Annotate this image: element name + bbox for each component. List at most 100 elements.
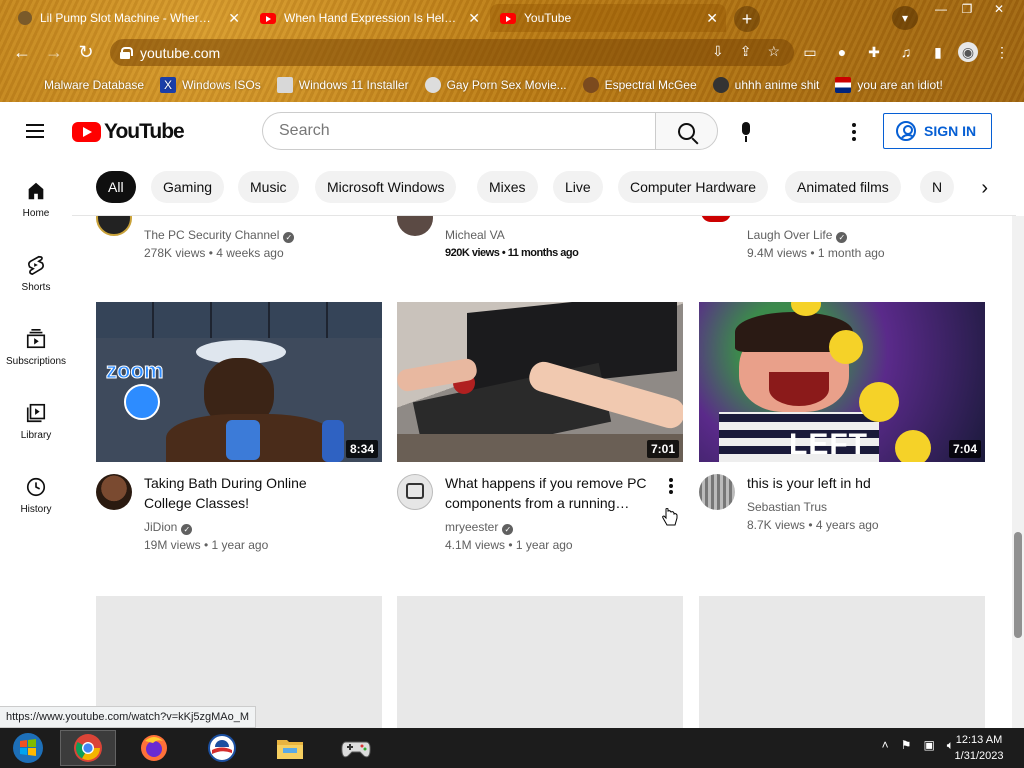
channel-name[interactable]: Laugh Over Life ✓ [747, 226, 848, 244]
sign-in-button[interactable]: SIGN IN [883, 113, 992, 149]
taskbar-obama-app[interactable] [194, 730, 250, 766]
chevron-right-icon[interactable]: › [952, 168, 1016, 208]
microphone-icon[interactable] [738, 122, 754, 142]
sidebar-label: Shorts [21, 282, 51, 293]
window-close-button[interactable]: ✕ [984, 0, 1014, 18]
channel-name[interactable]: The PC Security Channel ✓ [144, 226, 295, 244]
bookmark-item[interactable]: Windows 11 Installer [269, 77, 417, 93]
back-arrow-icon[interactable]: ← [10, 40, 34, 64]
taskbar-game-controller[interactable] [328, 730, 384, 766]
more-actions-icon[interactable] [669, 478, 673, 494]
video-card[interactable]: 7:01 What happens if you remove PC compo… [397, 302, 683, 562]
side-panel-icon[interactable]: ▮ [928, 42, 948, 62]
extensions-puzzle-icon[interactable]: ✚ [864, 42, 884, 62]
sidebar-item-subscriptions[interactable]: Subscriptions [0, 308, 72, 378]
reload-icon[interactable]: ↻ [74, 40, 98, 64]
channel-avatar[interactable] [96, 216, 132, 236]
forward-arrow-icon[interactable]: → [42, 40, 66, 64]
show-hidden-icons-chevron-icon[interactable]: ˄ [882, 738, 889, 753]
channel-avatar[interactable] [699, 474, 735, 510]
video-card[interactable]: Laugh Over Life ✓ 9.4M views • 1 month ag… [699, 216, 985, 276]
sidebar-item-history[interactable]: History [0, 456, 72, 526]
video-thumbnail[interactable]: 7:01 [397, 302, 683, 462]
video-card[interactable]: The PC Security Channel ✓ 278K views • 4 … [96, 216, 382, 276]
menu-hamburger-icon[interactable] [26, 124, 44, 138]
youtube-logo[interactable]: YouTube [72, 120, 185, 144]
address-bar[interactable]: youtube.com ⇩ ⇪ ☆ [110, 39, 794, 66]
sidebar-label: Library [20, 430, 52, 441]
video-thumbnail[interactable]: zoom 8:34 [96, 302, 382, 462]
channel-avatar[interactable] [699, 216, 735, 236]
chip-more[interactable]: N [920, 171, 955, 203]
bookmark-item[interactable]: Malware Database [14, 77, 152, 93]
taskbar-firefox[interactable] [126, 730, 182, 766]
channel-name[interactable]: Sebastian Trus [747, 498, 827, 516]
close-icon[interactable]: ✕ [228, 10, 240, 27]
browser-menu-icon[interactable]: ⋮ [992, 42, 1012, 62]
video-title[interactable]: Taking Bath During Online College Classe… [144, 473, 354, 513]
chip-mixes[interactable]: Mixes [477, 171, 538, 203]
bookmark-item[interactable]: Gay Porn Sex Movie... [417, 77, 575, 93]
close-icon[interactable]: ✕ [706, 10, 718, 27]
sidebar-item-shorts[interactable]: Shorts [0, 234, 72, 304]
maximize-button[interactable]: ❐ [952, 0, 982, 18]
start-button[interactable] [0, 730, 56, 766]
gamepad-icon [341, 741, 371, 758]
tab-youtube[interactable]: YouTube ✕ [490, 4, 726, 32]
lock-icon [120, 46, 133, 59]
zoom-camera-icon [124, 384, 160, 420]
bookmark-item[interactable]: uhhh anime shit [705, 77, 828, 93]
profile-icon[interactable]: ◉ [958, 42, 978, 62]
search-input[interactable] [262, 112, 656, 150]
system-clock[interactable]: 12:13 AM 1/31/2023 [944, 732, 1014, 764]
channel-name[interactable]: Micheal VA [445, 226, 505, 244]
obama-logo-icon [208, 734, 236, 762]
bookmark-item[interactable]: X Windows ISOs [152, 77, 269, 93]
extension-flag-icon[interactable]: ▭ [800, 42, 820, 62]
share-icon[interactable]: ⇪ [740, 43, 752, 60]
action-center-flag-icon[interactable]: ⚑ [901, 738, 912, 753]
chip-all[interactable]: All [96, 171, 136, 203]
chip-live[interactable]: Live [553, 171, 603, 203]
video-card[interactable]: zoom 8:34 Taking Bath During Online Coll… [96, 302, 382, 562]
browser-chrome: Lil Pump Slot Machine - Where Is ✕ When … [0, 0, 1024, 102]
channel-name[interactable]: JiDion ✓ [144, 518, 193, 536]
tab-hand-expression[interactable]: When Hand Expression Is Helpful ✕ [250, 4, 488, 32]
sidebar-item-home[interactable]: Home [0, 160, 72, 230]
video-card[interactable]: Micheal VA 920K views • 11 months ago [397, 216, 683, 276]
windows-taskbar: ˄ ⚑ ▣ 🔈︎ 12:13 AM 1/31/2023 [0, 728, 1024, 768]
channel-avatar[interactable] [96, 474, 132, 510]
taskbar-file-explorer[interactable] [262, 730, 318, 766]
channel-avatar[interactable] [397, 474, 433, 510]
tab-lil-pump[interactable]: Lil Pump Slot Machine - Where Is ✕ [8, 4, 248, 32]
chip-computer-hardware[interactable]: Computer Hardware [618, 171, 769, 203]
channel-avatar[interactable] [397, 216, 433, 236]
channel-name-text: JiDion [144, 520, 178, 534]
chip-animated-films[interactable]: Animated films [785, 171, 901, 203]
chip-gaming[interactable]: Gaming [151, 171, 225, 203]
video-title[interactable]: What happens if you remove PC components… [445, 473, 655, 513]
scrollbar-thumb[interactable] [1014, 532, 1022, 638]
new-tab-button[interactable]: + [734, 6, 760, 32]
video-title[interactable]: this is your left in hd [747, 473, 957, 493]
sidebar-item-library[interactable]: Library [0, 382, 72, 452]
page-scrollbar[interactable] [1012, 216, 1024, 728]
media-control-icon[interactable]: ♫ [896, 42, 916, 62]
search-button[interactable] [655, 112, 718, 150]
video-card[interactable]: LEFT 7:04 this is your left in hd Sebast… [699, 302, 985, 562]
taskbar-chrome[interactable] [60, 730, 116, 766]
network-icon[interactable]: ▣ [923, 738, 934, 753]
video-thumbnail[interactable]: LEFT 7:04 [699, 302, 985, 462]
close-icon[interactable]: ✕ [468, 10, 480, 27]
bookmark-star-icon[interactable]: ☆ [767, 43, 780, 60]
bookmark-item[interactable]: you are an idiot! [827, 77, 950, 93]
chip-microsoft-windows[interactable]: Microsoft Windows [315, 171, 457, 203]
settings-more-icon[interactable] [852, 123, 856, 141]
channel-name[interactable]: mryeester ✓ [445, 518, 514, 536]
anime-icon [712, 77, 729, 93]
tab-search-chevron-icon[interactable]: ▾ [892, 6, 918, 30]
bookmark-item[interactable]: Espectral McGee [575, 77, 705, 93]
chip-music[interactable]: Music [238, 171, 299, 203]
extension-avatar-icon[interactable]: ● [832, 42, 852, 62]
install-app-icon[interactable]: ⇩ [712, 43, 724, 60]
